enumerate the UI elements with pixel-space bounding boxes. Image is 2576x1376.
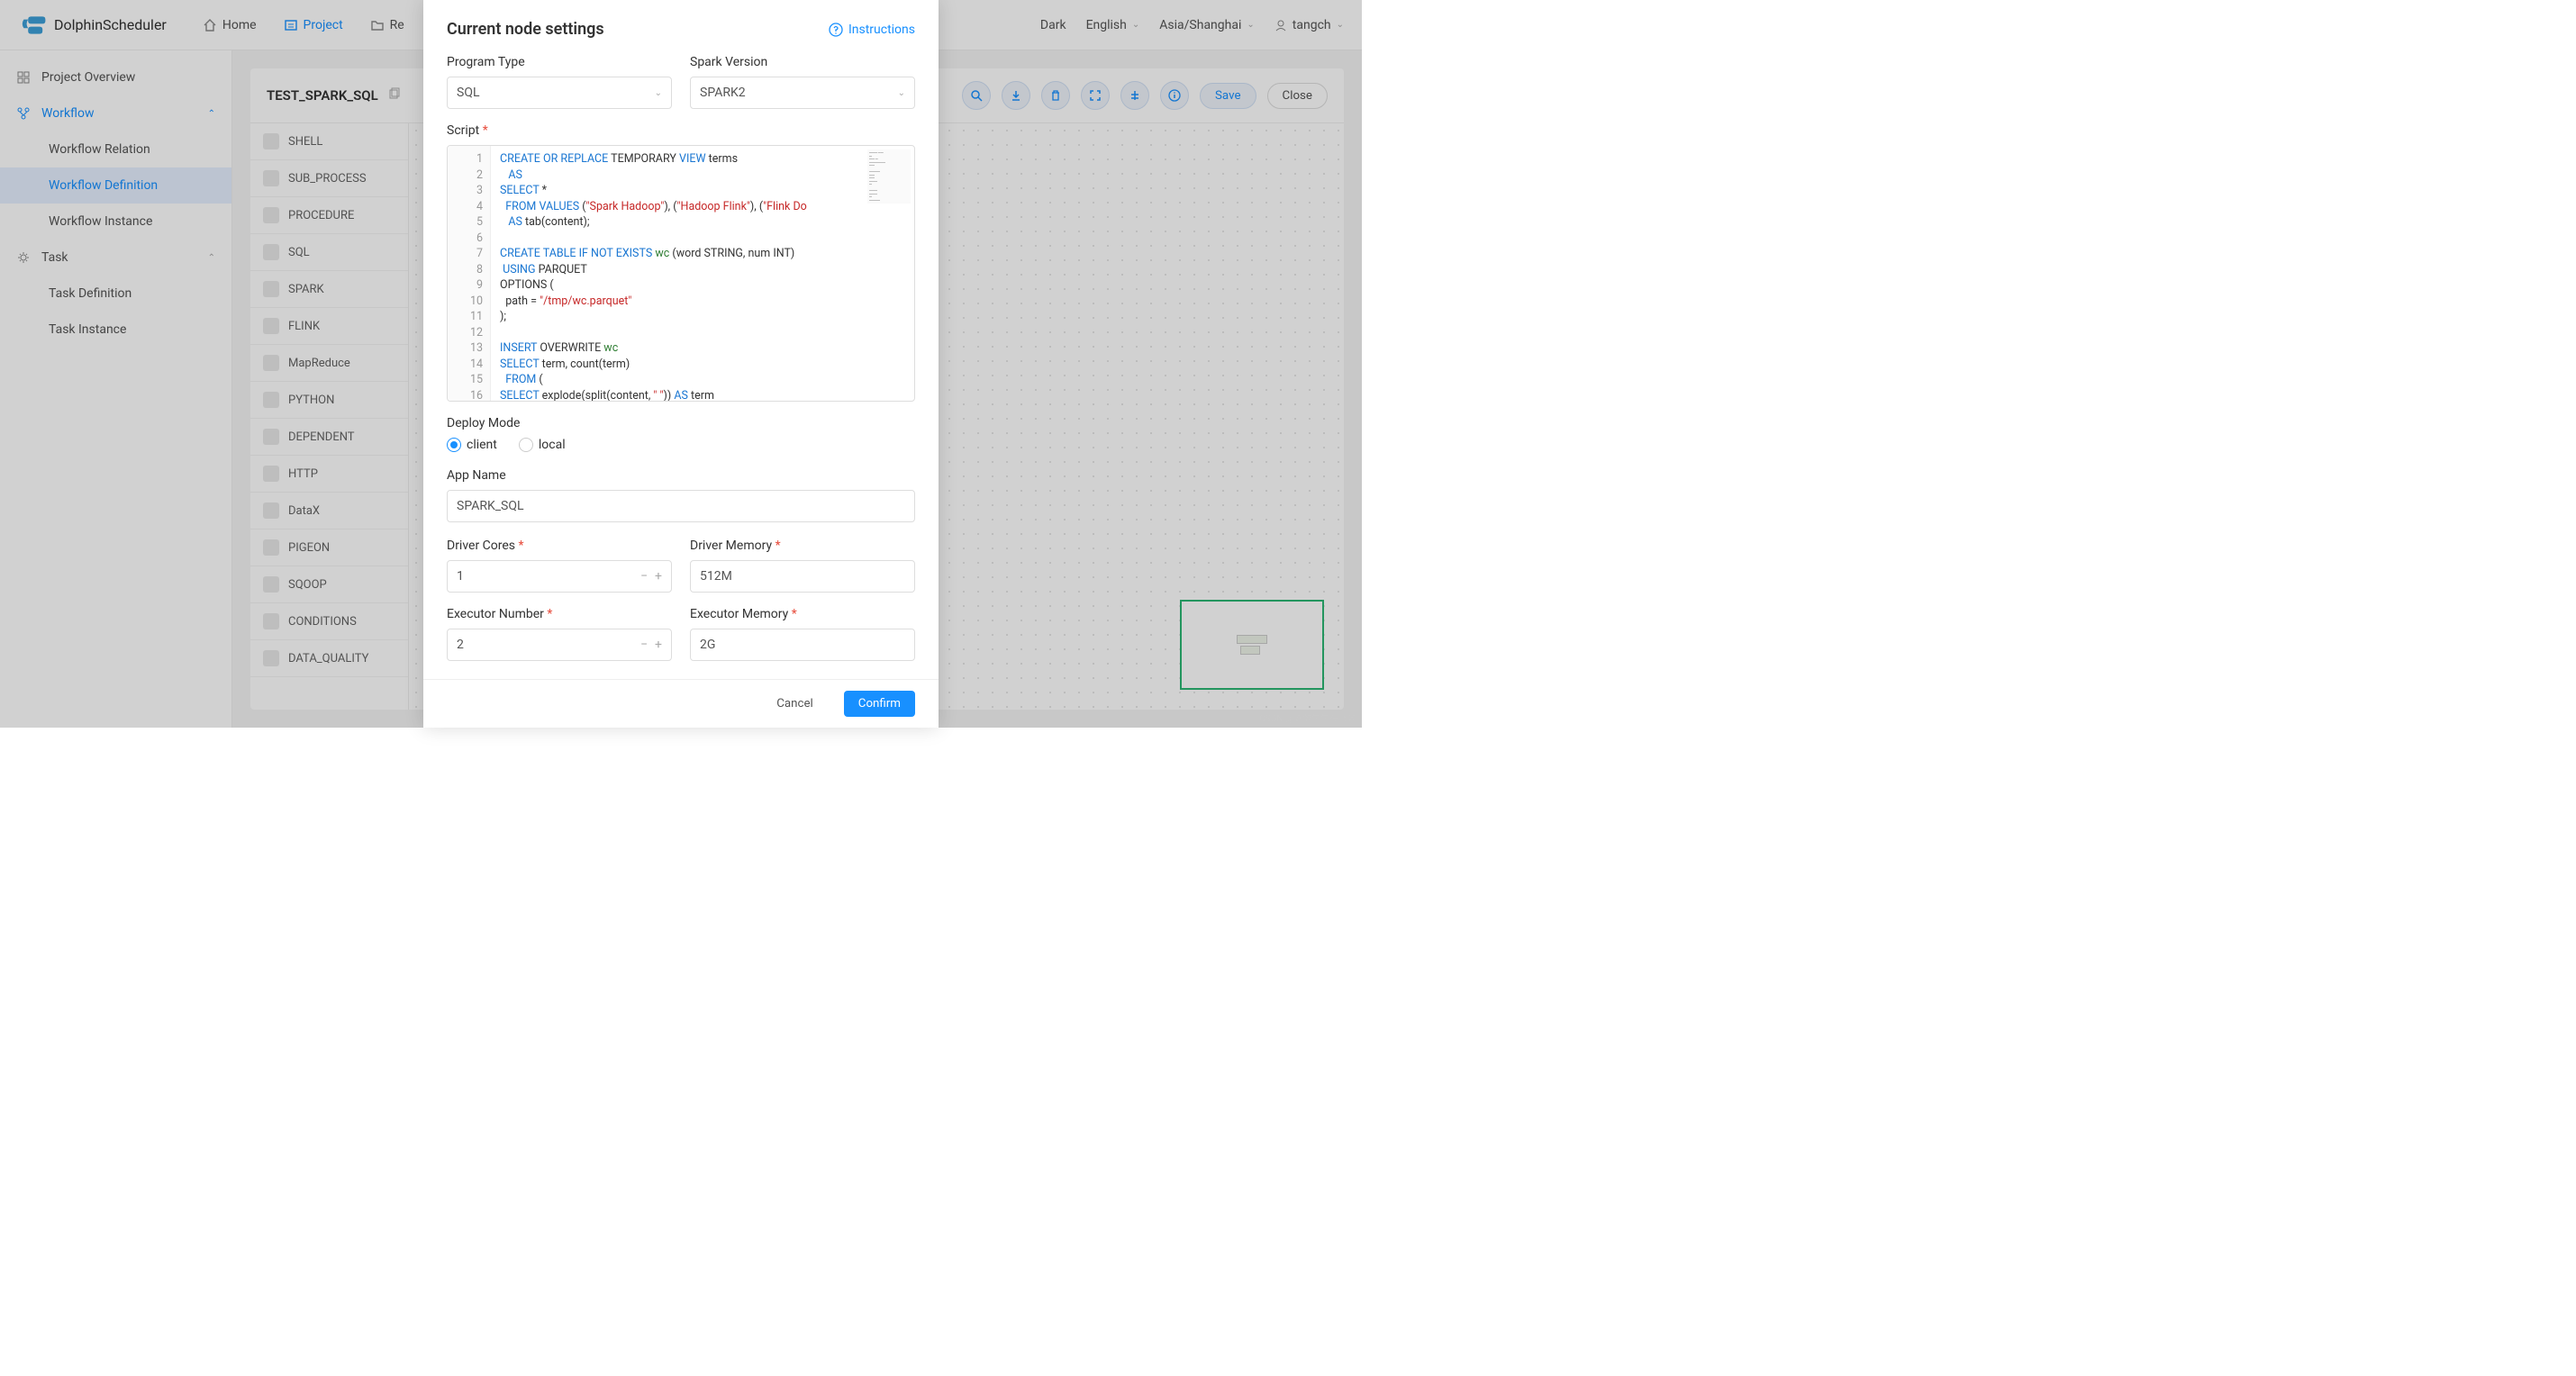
app-name-input[interactable]: SPARK_SQL: [447, 490, 915, 522]
radio-label: local: [539, 438, 566, 452]
plus-icon[interactable]: +: [655, 638, 662, 652]
modal-body: Current node settings Instructions Progr…: [423, 0, 939, 679]
code-content[interactable]: CREATE OR REPLACE TEMPORARY VIEW terms A…: [491, 146, 914, 401]
modal-header: Current node settings Instructions: [447, 20, 915, 39]
instructions-label: Instructions: [848, 23, 915, 37]
watermark: CSDN @勇敢牛牛在飞奔: [1259, 711, 1356, 724]
executor-memory-value: 2G: [700, 638, 715, 652]
executor-memory-label: Executor Memory *: [690, 607, 915, 621]
cancel-button[interactable]: Cancel: [762, 691, 828, 717]
deploy-mode-radio-group: client local: [447, 438, 915, 452]
deploy-mode-client[interactable]: client: [447, 438, 497, 452]
modal-title: Current node settings: [447, 20, 604, 39]
driver-memory-input[interactable]: 512M: [690, 560, 915, 593]
radio-off-icon: [519, 438, 533, 452]
program-type-value: SQL: [457, 86, 479, 100]
program-type-select[interactable]: SQL ⌄: [447, 77, 672, 109]
help-icon: [829, 23, 843, 37]
executor-number-value: 2: [457, 638, 464, 652]
minus-icon[interactable]: −: [640, 638, 648, 652]
chevron-down-icon: ⌄: [655, 88, 662, 98]
plus-icon[interactable]: +: [655, 569, 662, 584]
deploy-mode-local[interactable]: local: [519, 438, 566, 452]
code-minimap[interactable]: ▬▬▬ ▬▬▬▬▬ ▬▬▬▬▬▬▬▬▬▬▬▬▬▬▬▬▬▬▬▬▬▬▬▬▬▬▬▬▬▬…: [867, 149, 911, 204]
executor-number-input[interactable]: 2 −+: [447, 629, 672, 661]
radio-on-icon: [447, 438, 461, 452]
app-name-value: SPARK_SQL: [457, 499, 524, 513]
driver-memory-value: 512M: [700, 569, 732, 584]
deploy-mode-label: Deploy Mode: [447, 416, 915, 430]
app-name-label: App Name: [447, 468, 915, 483]
modal-footer: Cancel Confirm: [423, 679, 939, 728]
confirm-button[interactable]: Confirm: [844, 691, 915, 717]
node-settings-modal: Current node settings Instructions Progr…: [423, 0, 939, 728]
line-gutter: 1234567891011121314151617: [448, 146, 491, 401]
instructions-link[interactable]: Instructions: [829, 23, 915, 37]
spark-version-select[interactable]: SPARK2 ⌄: [690, 77, 915, 109]
program-type-label: Program Type: [447, 55, 672, 69]
driver-cores-label: Driver Cores *: [447, 539, 672, 553]
driver-cores-input[interactable]: 1 −+: [447, 560, 672, 593]
driver-cores-value: 1: [457, 569, 464, 584]
script-editor[interactable]: 1234567891011121314151617 CREATE OR REPL…: [447, 145, 915, 402]
script-label: Script *: [447, 123, 915, 138]
spark-version-label: Spark Version: [690, 55, 915, 69]
chevron-down-icon: ⌄: [898, 88, 905, 98]
spark-version-value: SPARK2: [700, 86, 746, 100]
executor-memory-input[interactable]: 2G: [690, 629, 915, 661]
radio-label: client: [467, 438, 497, 452]
executor-number-label: Executor Number *: [447, 607, 672, 621]
minus-icon[interactable]: −: [640, 569, 648, 584]
driver-memory-label: Driver Memory *: [690, 539, 915, 553]
